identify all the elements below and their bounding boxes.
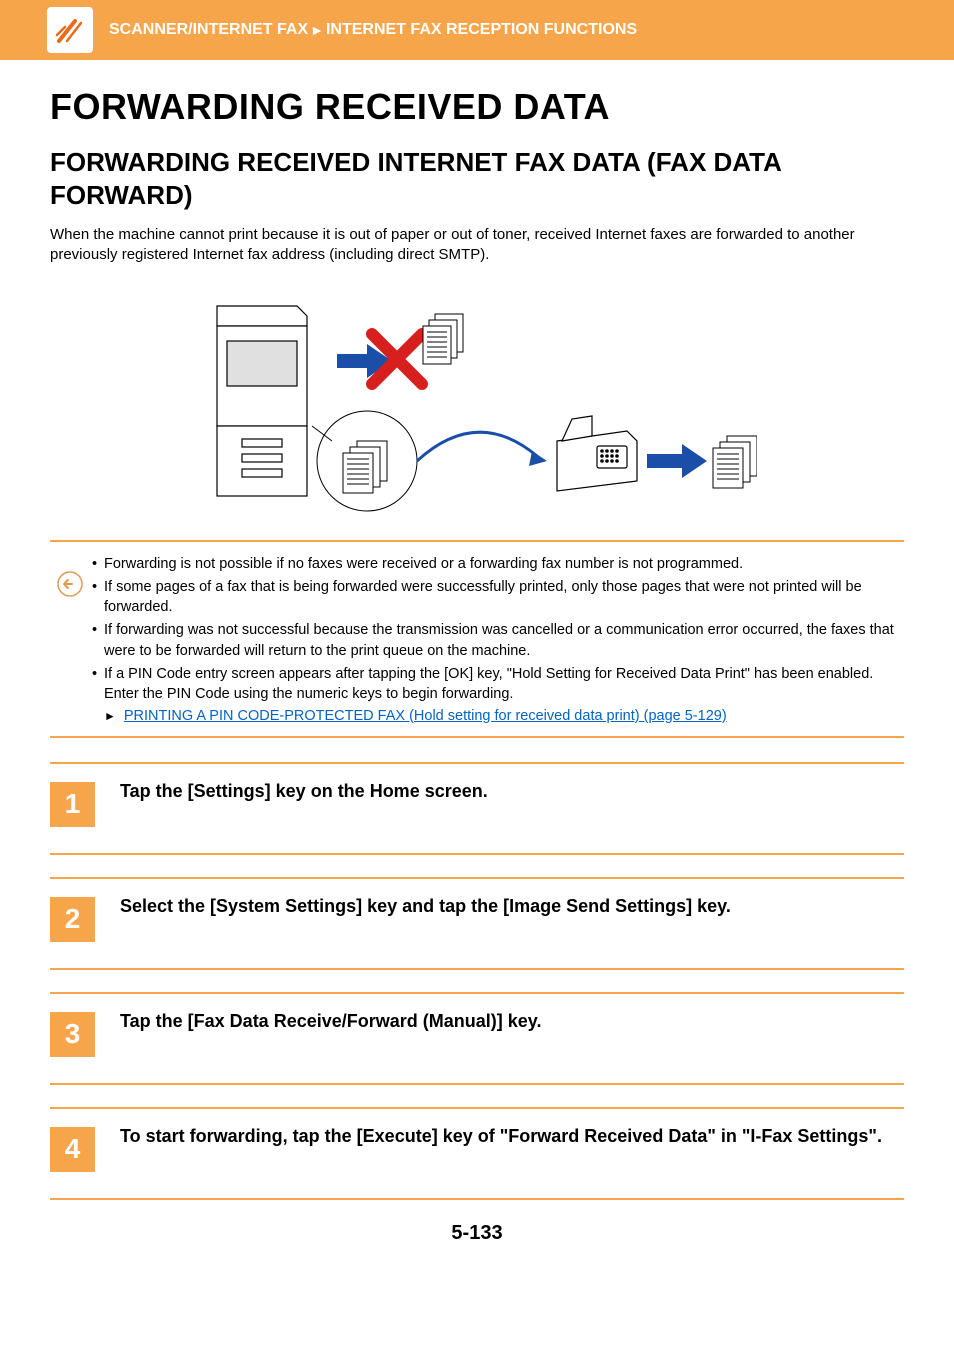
step-row: 2 Select the [System Settings] key and t… xyxy=(50,877,904,970)
note-icon xyxy=(50,554,90,724)
list-item: Forwarding is not possible if no faxes w… xyxy=(90,554,904,574)
breadcrumb-page: INTERNET FAX RECEPTION FUNCTIONS xyxy=(326,21,637,39)
cross-reference: ► PRINTING A PIN CODE-PROTECTED FAX (Hol… xyxy=(90,708,904,724)
step-text: To start forwarding, tap the [Execute] k… xyxy=(120,1125,882,1172)
content: FORWARDING RECEIVED DATA FORWARDING RECE… xyxy=(0,60,954,1200)
step-row: 4 To start forwarding, tap the [Execute]… xyxy=(50,1107,904,1200)
step-number: 1 xyxy=(50,782,95,827)
section-title: FORWARDING RECEIVED INTERNET FAX DATA (F… xyxy=(50,146,904,211)
intro-paragraph: When the machine cannot print because it… xyxy=(50,225,904,266)
breadcrumb-section: SCANNER/INTERNET FAX xyxy=(109,21,308,39)
list-item: If forwarding was not successful because… xyxy=(90,620,904,661)
step-row: 1 Tap the [Settings] key on the Home scr… xyxy=(50,762,904,855)
bullet-list: Forwarding is not possible if no faxes w… xyxy=(90,554,904,705)
step-text: Select the [System Settings] key and tap… xyxy=(120,895,731,942)
step-number: 2 xyxy=(50,897,95,942)
breadcrumb-caret-icon: ► xyxy=(310,22,324,38)
info-block: Forwarding is not possible if no faxes w… xyxy=(50,540,904,738)
cross-ref-caret-icon: ► xyxy=(104,709,116,723)
header-bar: SCANNER/INTERNET FAX ► INTERNET FAX RECE… xyxy=(0,0,954,60)
forward-diagram xyxy=(197,286,757,516)
list-item: If some pages of a fax that is being for… xyxy=(90,577,904,618)
step-number: 4 xyxy=(50,1127,95,1172)
breadcrumb: SCANNER/INTERNET FAX ► INTERNET FAX RECE… xyxy=(109,21,637,39)
page-number: 5-133 xyxy=(0,1222,954,1245)
cross-ref-link[interactable]: PRINTING A PIN CODE-PROTECTED FAX (Hold … xyxy=(124,708,727,724)
page-title: FORWARDING RECEIVED DATA xyxy=(50,86,904,128)
list-item: If a PIN Code entry screen appears after… xyxy=(90,664,904,705)
step-number: 3 xyxy=(50,1012,95,1057)
step-text: Tap the [Fax Data Receive/Forward (Manua… xyxy=(120,1010,541,1057)
scanner-icon xyxy=(45,5,95,55)
step-text: Tap the [Settings] key on the Home scree… xyxy=(120,780,488,827)
step-row: 3 Tap the [Fax Data Receive/Forward (Man… xyxy=(50,992,904,1085)
